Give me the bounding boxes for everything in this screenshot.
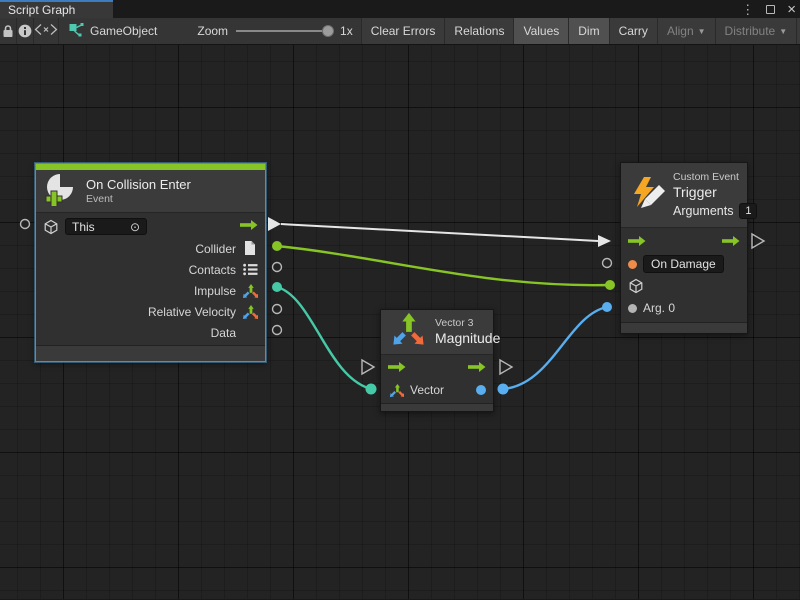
clear-errors-button[interactable]: Clear Errors <box>362 18 446 44</box>
align-button[interactable]: Align ▼ <box>658 18 716 44</box>
tab-label: Script Graph <box>8 3 75 17</box>
relations-label: Relations <box>454 24 504 38</box>
port-event-trigger-out[interactable] <box>268 217 281 231</box>
values-label: Values <box>523 24 559 38</box>
zoom-value: 1x <box>340 24 353 38</box>
info-button[interactable] <box>17 18 34 44</box>
wire-magnitude-to-arg0[interactable] <box>503 307 607 389</box>
port-magnitude-out[interactable] <box>498 384 509 395</box>
gameobject-graph-icon <box>69 23 84 40</box>
lock-icon <box>0 23 16 39</box>
port-magnitude-control-in[interactable] <box>362 360 374 374</box>
port-data-out[interactable] <box>273 326 282 335</box>
port-contacts-out[interactable] <box>273 263 282 272</box>
wire-impulse-to-vector[interactable] <box>277 287 371 389</box>
clear-errors-label: Clear Errors <box>371 24 436 38</box>
code-angle-x-icon <box>34 24 58 38</box>
distribute-button[interactable]: Distribute ▼ <box>716 18 798 44</box>
port-event-target-in[interactable] <box>21 220 30 229</box>
port-impulse-out[interactable] <box>272 282 282 292</box>
align-label: Align <box>667 24 694 38</box>
graph-toolbar: GameObject Zoom 1x Clear Errors Relation… <box>0 18 800 45</box>
port-trigger-control-out[interactable] <box>752 234 764 248</box>
tab-bar: Script Graph ⋮ × <box>0 0 800 18</box>
relations-button[interactable]: Relations <box>445 18 514 44</box>
wire-arrowhead <box>598 235 611 247</box>
kebab-menu-icon[interactable]: ⋮ <box>741 3 754 16</box>
chevron-down-icon: ▼ <box>779 27 787 36</box>
port-collider-out[interactable] <box>272 241 282 251</box>
port-trigger-target-in[interactable] <box>605 280 615 290</box>
dim-button[interactable]: Dim <box>569 18 609 44</box>
values-button[interactable]: Values <box>514 18 569 44</box>
zoom-label: Zoom <box>197 24 228 38</box>
carry-label: Carry <box>619 24 648 38</box>
port-vector-in[interactable] <box>366 384 377 395</box>
maximize-icon[interactable] <box>766 5 775 14</box>
port-arg0-in[interactable] <box>602 302 612 312</box>
tab-script-graph[interactable]: Script Graph <box>0 0 113 18</box>
graph-canvas[interactable]: On Collision Enter Event This ⊙ Collider <box>0 45 800 599</box>
port-event-name-in[interactable] <box>603 259 612 268</box>
window-controls: ⋮ × <box>741 0 796 18</box>
carry-button[interactable]: Carry <box>610 18 658 44</box>
port-relative-velocity-out[interactable] <box>273 305 282 314</box>
wire-collider-to-target[interactable] <box>277 246 610 285</box>
zoom-slider[interactable] <box>236 30 332 32</box>
lock-button[interactable] <box>0 18 17 44</box>
distribute-label: Distribute <box>725 24 776 38</box>
zoom-slider-handle[interactable] <box>322 25 334 37</box>
info-icon <box>17 23 33 39</box>
dim-label: Dim <box>578 24 599 38</box>
close-icon[interactable]: × <box>787 2 796 17</box>
zoom-control: Zoom 1x <box>167 18 361 44</box>
chevron-down-icon: ▼ <box>698 27 706 36</box>
wire-layer <box>0 45 800 599</box>
port-magnitude-control-out[interactable] <box>500 360 512 374</box>
gameobject-label: GameObject <box>90 24 157 38</box>
code-view-button[interactable] <box>34 18 59 44</box>
wire-control-flow[interactable] <box>281 224 598 241</box>
gameobject-button[interactable]: GameObject <box>59 18 167 44</box>
